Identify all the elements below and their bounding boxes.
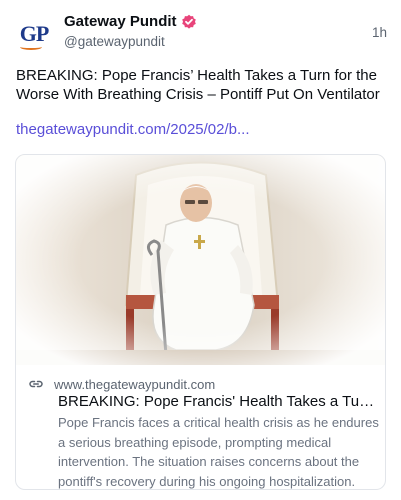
post[interactable]: GP Gateway Pundit @gatewaypundit 1h BREA… <box>0 0 401 500</box>
preview-title[interactable]: BREAKING: Pope Francis' Health Takes a T… <box>58 393 376 410</box>
preview-domain: www.thegatewaypundit.com <box>54 376 216 392</box>
post-link[interactable]: thegatewaypundit.com/2025/02/b... <box>16 121 388 138</box>
link-preview-card[interactable]: www.thegatewaypundit.com BREAKING: Pope … <box>15 154 386 490</box>
avatar[interactable]: GP <box>14 14 54 54</box>
verified-badge-icon <box>181 14 197 30</box>
preview-description: Pope Francis faces a critical health cri… <box>58 415 379 489</box>
link-icon <box>28 376 44 392</box>
pope-photo-illustration <box>16 155 385 365</box>
author-name-row: Gateway Pundit <box>64 13 197 30</box>
preview-image[interactable] <box>16 155 385 365</box>
handle[interactable]: @gatewaypundit <box>64 34 165 49</box>
avatar-swoosh <box>20 44 42 50</box>
timestamp[interactable]: 1h <box>372 25 387 40</box>
display-name[interactable]: Gateway Pundit <box>64 13 177 30</box>
post-text: BREAKING: Pope Francis’ Health Takes a T… <box>16 67 380 103</box>
domain-row: www.thegatewaypundit.com <box>28 376 215 392</box>
